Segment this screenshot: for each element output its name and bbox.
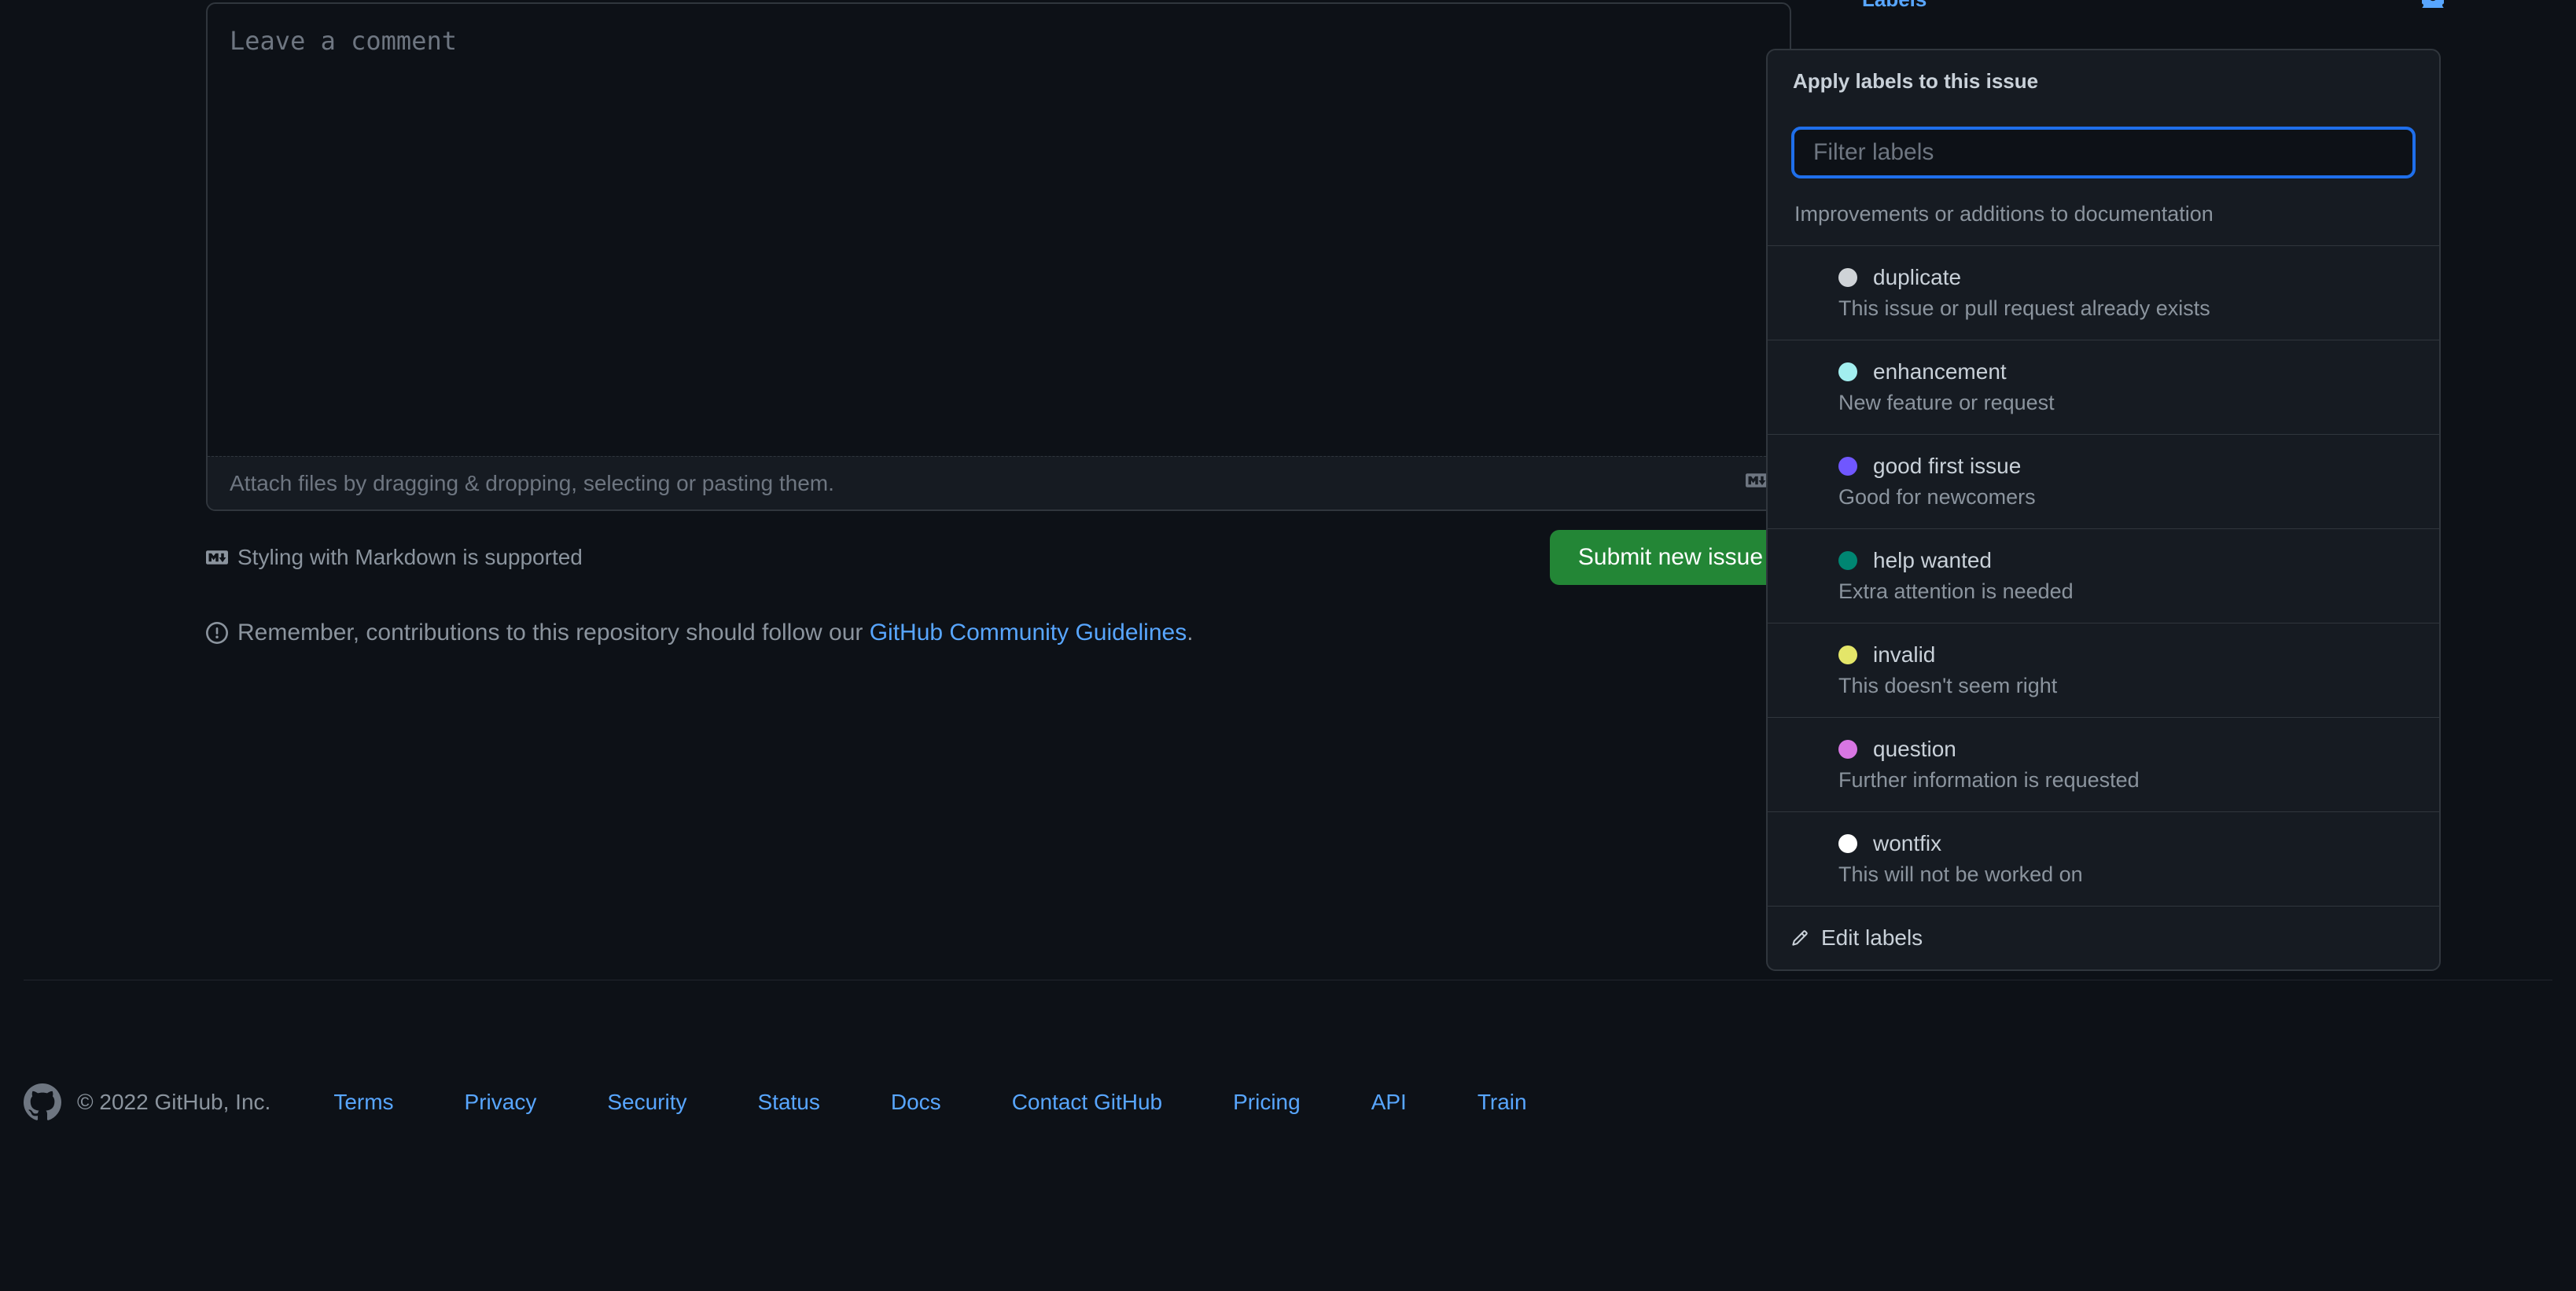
label-swatch [1838, 457, 1857, 476]
label-item-invalid[interactable]: invalid This doesn't seem right [1768, 623, 2439, 717]
copyright-text: © 2022 GitHub, Inc. [77, 1090, 270, 1115]
label-desc: New feature or request [1838, 391, 2416, 415]
label-desc: This doesn't seem right [1838, 674, 2416, 698]
label-desc: Improvements or additions to documentati… [1794, 202, 2416, 226]
markdown-help[interactable]: Styling with Markdown is supported [206, 545, 583, 570]
info-icon [206, 622, 228, 644]
label-desc: This will not be worked on [1838, 863, 2416, 887]
labels-title: Labels [1862, 0, 1926, 12]
label-name: enhancement [1873, 359, 2007, 384]
label-desc: Further information is requested [1838, 768, 2416, 793]
label-item-wontfix[interactable]: wontfix This will not be worked on [1768, 811, 2439, 906]
edit-labels-button[interactable]: Edit labels [1768, 906, 2439, 969]
label-name: good first issue [1873, 454, 2021, 479]
footer-link-contact[interactable]: Contact GitHub [1012, 1090, 1162, 1115]
footer-link-privacy[interactable]: Privacy [465, 1090, 537, 1115]
guidelines-suffix: . [1187, 620, 1193, 646]
footer-link-status[interactable]: Status [758, 1090, 820, 1115]
submit-new-issue-button[interactable]: Submit new issue [1550, 530, 1791, 585]
footer-link-docs[interactable]: Docs [891, 1090, 941, 1115]
label-swatch [1838, 362, 1857, 381]
label-swatch [1838, 551, 1857, 570]
labels-sidebar-header[interactable]: Labels [1862, 0, 2444, 13]
label-desc: Extra attention is needed [1838, 579, 2416, 604]
label-item-enhancement[interactable]: enhancement New feature or request [1768, 340, 2439, 434]
label-item-duplicate[interactable]: duplicate This issue or pull request alr… [1768, 245, 2439, 340]
footer-link-pricing[interactable]: Pricing [1233, 1090, 1301, 1115]
gear-icon[interactable] [2422, 0, 2444, 13]
label-item-documentation[interactable]: Improvements or additions to documentati… [1768, 193, 2439, 245]
comment-box: Attach files by dragging & dropping, sel… [206, 2, 1791, 511]
label-name: invalid [1873, 642, 1935, 668]
label-name: wontfix [1873, 831, 1941, 856]
label-desc: Good for newcomers [1838, 485, 2416, 509]
label-desc: This issue or pull request already exist… [1838, 296, 2416, 321]
markdown-icon[interactable] [1746, 469, 1768, 497]
label-swatch [1838, 834, 1857, 853]
label-swatch [1838, 740, 1857, 759]
label-swatch [1838, 646, 1857, 664]
popup-title: Apply labels to this issue [1768, 50, 2439, 112]
label-swatch [1838, 268, 1857, 287]
label-list: Improvements or additions to documentati… [1768, 193, 2439, 906]
label-name: question [1873, 737, 1956, 762]
markdown-help-text: Styling with Markdown is supported [237, 545, 583, 570]
edit-labels-text: Edit labels [1821, 925, 1923, 951]
github-logo-icon[interactable] [24, 1083, 61, 1121]
label-item-good-first-issue[interactable]: good first issue Good for newcomers [1768, 434, 2439, 528]
markdown-icon [206, 546, 228, 568]
footer-link-api[interactable]: API [1371, 1090, 1407, 1115]
guidelines-prefix: Remember, contributions to this reposito… [237, 620, 870, 646]
labels-popup: Apply labels to this issue Improvements … [1766, 49, 2441, 971]
footer: © 2022 GitHub, Inc. Terms Privacy Securi… [24, 1083, 2552, 1121]
contribution-guidelines: Remember, contributions to this reposito… [206, 620, 1791, 646]
attach-files-bar[interactable]: Attach files by dragging & dropping, sel… [208, 456, 1790, 509]
label-name: duplicate [1873, 265, 1961, 290]
attach-hint: Attach files by dragging & dropping, sel… [230, 471, 834, 496]
pencil-icon [1791, 929, 1809, 947]
footer-link-training[interactable]: Train [1478, 1090, 1527, 1115]
label-item-help-wanted[interactable]: help wanted Extra attention is needed [1768, 528, 2439, 623]
label-name: help wanted [1873, 548, 1992, 573]
comment-textarea[interactable] [208, 4, 1790, 451]
filter-labels-input[interactable] [1791, 127, 2416, 178]
footer-link-security[interactable]: Security [607, 1090, 686, 1115]
guidelines-link[interactable]: GitHub Community Guidelines [870, 620, 1187, 646]
footer-link-terms[interactable]: Terms [333, 1090, 393, 1115]
label-item-question[interactable]: question Further information is requeste… [1768, 717, 2439, 811]
